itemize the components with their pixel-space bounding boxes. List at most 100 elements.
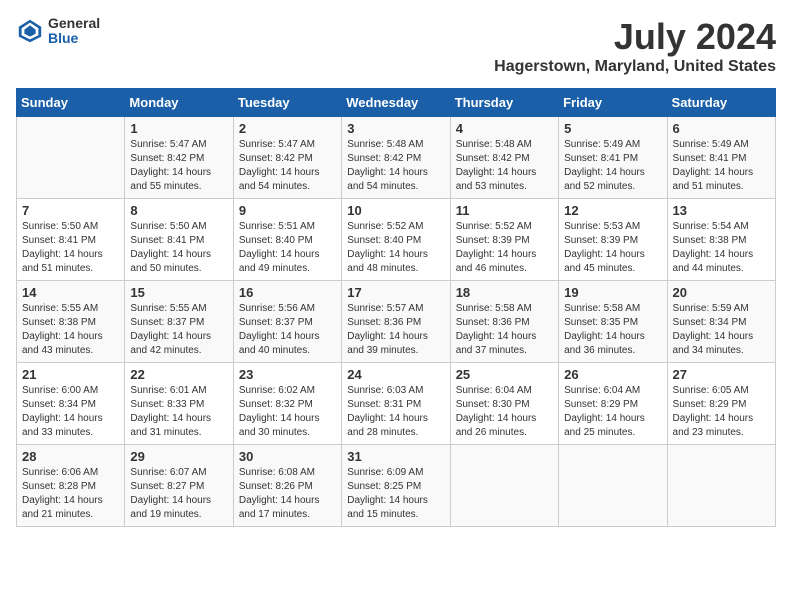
- day-info: Sunrise: 5:54 AM Sunset: 8:38 PM Dayligh…: [673, 220, 770, 276]
- day-number: 11: [456, 203, 553, 218]
- day-number: 1: [130, 121, 227, 136]
- day-info: Sunrise: 5:55 AM Sunset: 8:38 PM Dayligh…: [22, 302, 119, 358]
- calendar-cell: 2 Sunrise: 5:47 AM Sunset: 8:42 PM Dayli…: [233, 117, 341, 199]
- calendar-cell: 12 Sunrise: 5:53 AM Sunset: 8:39 PM Dayl…: [559, 199, 667, 281]
- day-info: Sunrise: 6:02 AM Sunset: 8:32 PM Dayligh…: [239, 384, 336, 440]
- calendar-cell: [450, 445, 558, 527]
- day-number: 29: [130, 449, 227, 464]
- calendar-cell: 29 Sunrise: 6:07 AM Sunset: 8:27 PM Dayl…: [125, 445, 233, 527]
- day-info: Sunrise: 5:53 AM Sunset: 8:39 PM Dayligh…: [564, 220, 661, 276]
- weekday-header: Tuesday: [233, 89, 341, 117]
- calendar-cell: 28 Sunrise: 6:06 AM Sunset: 8:28 PM Dayl…: [17, 445, 125, 527]
- calendar-cell: 17 Sunrise: 5:57 AM Sunset: 8:36 PM Dayl…: [342, 281, 450, 363]
- calendar-cell: 23 Sunrise: 6:02 AM Sunset: 8:32 PM Dayl…: [233, 363, 341, 445]
- day-info: Sunrise: 5:49 AM Sunset: 8:41 PM Dayligh…: [564, 138, 661, 194]
- weekday-header: Thursday: [450, 89, 558, 117]
- day-number: 5: [564, 121, 661, 136]
- calendar-cell: 14 Sunrise: 5:55 AM Sunset: 8:38 PM Dayl…: [17, 281, 125, 363]
- calendar-cell: 27 Sunrise: 6:05 AM Sunset: 8:29 PM Dayl…: [667, 363, 775, 445]
- day-number: 28: [22, 449, 119, 464]
- calendar-cell: 22 Sunrise: 6:01 AM Sunset: 8:33 PM Dayl…: [125, 363, 233, 445]
- calendar-week-row: 14 Sunrise: 5:55 AM Sunset: 8:38 PM Dayl…: [17, 281, 776, 363]
- day-number: 18: [456, 285, 553, 300]
- day-number: 4: [456, 121, 553, 136]
- day-number: 6: [673, 121, 770, 136]
- calendar-cell: 15 Sunrise: 5:55 AM Sunset: 8:37 PM Dayl…: [125, 281, 233, 363]
- calendar-cell: 20 Sunrise: 5:59 AM Sunset: 8:34 PM Dayl…: [667, 281, 775, 363]
- logo: General Blue: [16, 16, 100, 47]
- day-info: Sunrise: 5:58 AM Sunset: 8:35 PM Dayligh…: [564, 302, 661, 358]
- day-info: Sunrise: 5:47 AM Sunset: 8:42 PM Dayligh…: [239, 138, 336, 194]
- day-number: 30: [239, 449, 336, 464]
- day-info: Sunrise: 5:56 AM Sunset: 8:37 PM Dayligh…: [239, 302, 336, 358]
- day-number: 13: [673, 203, 770, 218]
- day-info: Sunrise: 5:52 AM Sunset: 8:40 PM Dayligh…: [347, 220, 444, 276]
- calendar-cell: 1 Sunrise: 5:47 AM Sunset: 8:42 PM Dayli…: [125, 117, 233, 199]
- calendar-cell: 16 Sunrise: 5:56 AM Sunset: 8:37 PM Dayl…: [233, 281, 341, 363]
- calendar-cell: 9 Sunrise: 5:51 AM Sunset: 8:40 PM Dayli…: [233, 199, 341, 281]
- day-info: Sunrise: 6:08 AM Sunset: 8:26 PM Dayligh…: [239, 466, 336, 522]
- calendar-cell: 21 Sunrise: 6:00 AM Sunset: 8:34 PM Dayl…: [17, 363, 125, 445]
- calendar-table: SundayMondayTuesdayWednesdayThursdayFrid…: [16, 88, 776, 527]
- day-number: 2: [239, 121, 336, 136]
- day-number: 3: [347, 121, 444, 136]
- day-number: 14: [22, 285, 119, 300]
- weekday-header: Sunday: [17, 89, 125, 117]
- day-info: Sunrise: 6:05 AM Sunset: 8:29 PM Dayligh…: [673, 384, 770, 440]
- day-info: Sunrise: 5:48 AM Sunset: 8:42 PM Dayligh…: [347, 138, 444, 194]
- weekday-header: Friday: [559, 89, 667, 117]
- calendar-cell: [667, 445, 775, 527]
- calendar-cell: 18 Sunrise: 5:58 AM Sunset: 8:36 PM Dayl…: [450, 281, 558, 363]
- day-info: Sunrise: 5:50 AM Sunset: 8:41 PM Dayligh…: [22, 220, 119, 276]
- day-number: 10: [347, 203, 444, 218]
- title-section: July 2024 Hagerstown, Maryland, United S…: [494, 16, 776, 76]
- calendar-week-row: 1 Sunrise: 5:47 AM Sunset: 8:42 PM Dayli…: [17, 117, 776, 199]
- day-number: 27: [673, 367, 770, 382]
- calendar-cell: 11 Sunrise: 5:52 AM Sunset: 8:39 PM Dayl…: [450, 199, 558, 281]
- day-number: 12: [564, 203, 661, 218]
- day-info: Sunrise: 6:06 AM Sunset: 8:28 PM Dayligh…: [22, 466, 119, 522]
- day-info: Sunrise: 5:58 AM Sunset: 8:36 PM Dayligh…: [456, 302, 553, 358]
- weekday-header: Saturday: [667, 89, 775, 117]
- calendar-cell: 19 Sunrise: 5:58 AM Sunset: 8:35 PM Dayl…: [559, 281, 667, 363]
- calendar-week-row: 21 Sunrise: 6:00 AM Sunset: 8:34 PM Dayl…: [17, 363, 776, 445]
- day-info: Sunrise: 6:09 AM Sunset: 8:25 PM Dayligh…: [347, 466, 444, 522]
- day-info: Sunrise: 5:55 AM Sunset: 8:37 PM Dayligh…: [130, 302, 227, 358]
- day-number: 24: [347, 367, 444, 382]
- day-number: 17: [347, 285, 444, 300]
- day-info: Sunrise: 5:49 AM Sunset: 8:41 PM Dayligh…: [673, 138, 770, 194]
- day-info: Sunrise: 6:01 AM Sunset: 8:33 PM Dayligh…: [130, 384, 227, 440]
- day-info: Sunrise: 5:59 AM Sunset: 8:34 PM Dayligh…: [673, 302, 770, 358]
- calendar-cell: [17, 117, 125, 199]
- day-number: 31: [347, 449, 444, 464]
- day-number: 19: [564, 285, 661, 300]
- day-number: 7: [22, 203, 119, 218]
- logo-text: General Blue: [48, 16, 100, 47]
- calendar-cell: 31 Sunrise: 6:09 AM Sunset: 8:25 PM Dayl…: [342, 445, 450, 527]
- day-info: Sunrise: 6:04 AM Sunset: 8:30 PM Dayligh…: [456, 384, 553, 440]
- calendar-cell: 25 Sunrise: 6:04 AM Sunset: 8:30 PM Dayl…: [450, 363, 558, 445]
- calendar-cell: 3 Sunrise: 5:48 AM Sunset: 8:42 PM Dayli…: [342, 117, 450, 199]
- calendar-cell: 5 Sunrise: 5:49 AM Sunset: 8:41 PM Dayli…: [559, 117, 667, 199]
- day-info: Sunrise: 6:04 AM Sunset: 8:29 PM Dayligh…: [564, 384, 661, 440]
- calendar-cell: 13 Sunrise: 5:54 AM Sunset: 8:38 PM Dayl…: [667, 199, 775, 281]
- day-info: Sunrise: 5:57 AM Sunset: 8:36 PM Dayligh…: [347, 302, 444, 358]
- calendar-cell: 24 Sunrise: 6:03 AM Sunset: 8:31 PM Dayl…: [342, 363, 450, 445]
- calendar-cell: 7 Sunrise: 5:50 AM Sunset: 8:41 PM Dayli…: [17, 199, 125, 281]
- weekday-header: Monday: [125, 89, 233, 117]
- calendar-cell: 4 Sunrise: 5:48 AM Sunset: 8:42 PM Dayli…: [450, 117, 558, 199]
- day-info: Sunrise: 6:03 AM Sunset: 8:31 PM Dayligh…: [347, 384, 444, 440]
- calendar-cell: 10 Sunrise: 5:52 AM Sunset: 8:40 PM Dayl…: [342, 199, 450, 281]
- weekday-header: Wednesday: [342, 89, 450, 117]
- day-info: Sunrise: 5:47 AM Sunset: 8:42 PM Dayligh…: [130, 138, 227, 194]
- day-info: Sunrise: 5:51 AM Sunset: 8:40 PM Dayligh…: [239, 220, 336, 276]
- day-info: Sunrise: 6:07 AM Sunset: 8:27 PM Dayligh…: [130, 466, 227, 522]
- location-title: Hagerstown, Maryland, United States: [494, 58, 776, 76]
- calendar-cell: 26 Sunrise: 6:04 AM Sunset: 8:29 PM Dayl…: [559, 363, 667, 445]
- logo-line1: General: [48, 16, 100, 31]
- calendar-cell: 30 Sunrise: 6:08 AM Sunset: 8:26 PM Dayl…: [233, 445, 341, 527]
- day-number: 15: [130, 285, 227, 300]
- weekday-header-row: SundayMondayTuesdayWednesdayThursdayFrid…: [17, 89, 776, 117]
- day-number: 22: [130, 367, 227, 382]
- logo-line2: Blue: [48, 31, 100, 46]
